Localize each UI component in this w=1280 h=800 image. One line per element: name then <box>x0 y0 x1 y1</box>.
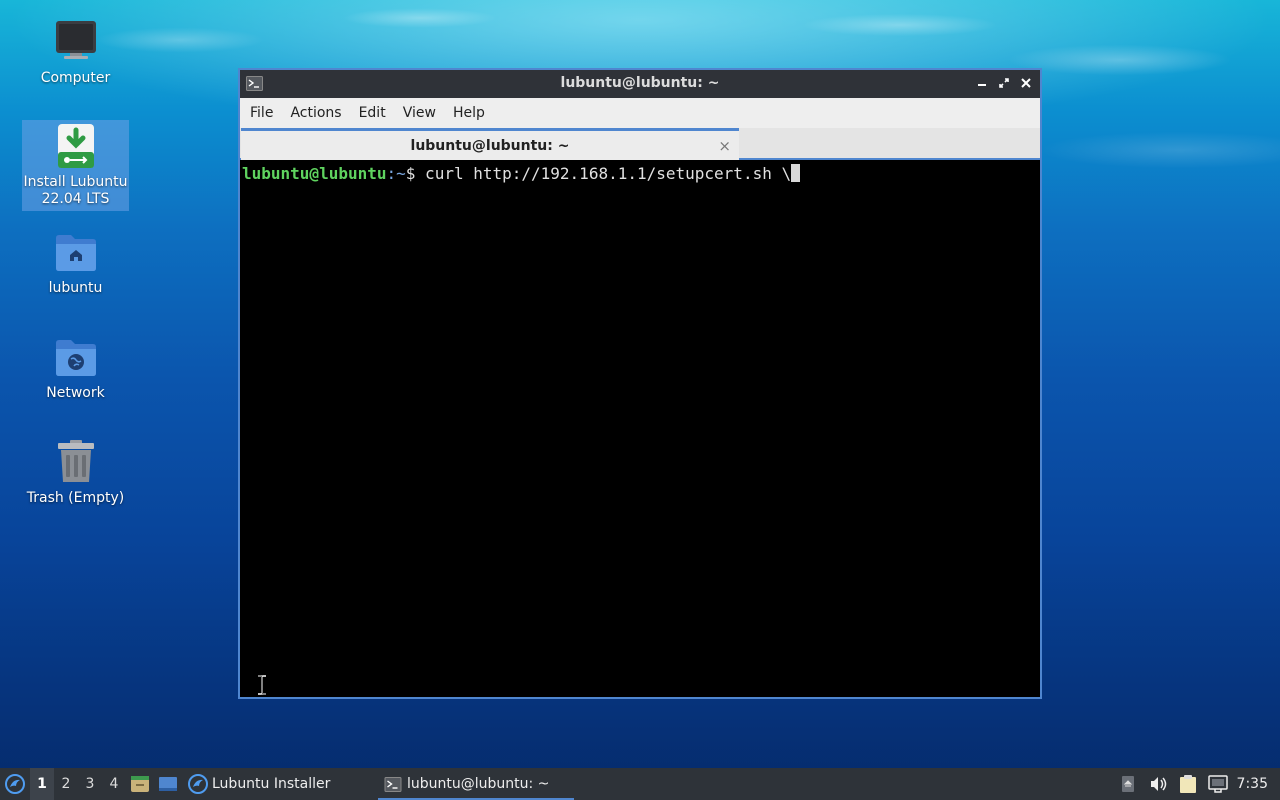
task-label: lubuntu@lubuntu: ~ <box>407 776 550 792</box>
window-titlebar[interactable]: lubuntu@lubuntu: ~ <box>240 70 1040 98</box>
menu-bar: File Actions Edit View Help <box>240 98 1040 128</box>
desktop-icon-network[interactable]: Network <box>22 331 129 405</box>
system-tray: 7:35 <box>1113 768 1280 800</box>
tab-label: lubuntu@lubuntu: ~ <box>410 137 570 154</box>
terminal-output[interactable]: lubuntu@lubuntu:~$ curl http://192.168.1… <box>240 160 1040 697</box>
computer-icon <box>55 21 96 59</box>
desktop-icon <box>159 777 177 791</box>
desktop-icon-computer[interactable]: Computer <box>22 16 129 90</box>
desktop-icon-label: Trash (Empty) <box>26 490 125 506</box>
menu-view[interactable]: View <box>395 105 444 121</box>
window-title: lubuntu@lubuntu: ~ <box>560 75 720 91</box>
lubuntu-logo-icon <box>5 774 25 794</box>
desktop-icon-lubuntu-home[interactable]: lubuntu <box>22 226 129 300</box>
tab-bar: lubuntu@lubuntu: ~ × <box>240 128 1040 160</box>
trash-icon <box>57 440 94 482</box>
desktop-icon-label: lubuntu <box>48 280 103 296</box>
clock[interactable]: 7:35 <box>1233 776 1280 792</box>
home-folder-icon <box>55 235 96 271</box>
desktop-icon-label: Computer <box>40 70 111 86</box>
lubuntu-logo-icon <box>188 774 208 794</box>
menu-file[interactable]: File <box>242 105 281 121</box>
prompt-symbol: $ <box>405 164 416 183</box>
removable-media-icon[interactable] <box>1113 768 1143 800</box>
file-manager-icon <box>131 776 149 792</box>
prompt-separator: : <box>386 164 397 183</box>
volume-icon[interactable] <box>1143 768 1173 800</box>
maximize-icon[interactable] <box>996 74 1012 92</box>
terminal-line: lubuntu@lubuntu:~$ curl http://192.168.1… <box>242 164 1038 183</box>
taskbar: 1 2 3 4 Lubuntu Installer lubuntu@lubunt… <box>0 768 1280 800</box>
installer-icon <box>57 124 94 168</box>
tab-terminal[interactable]: lubuntu@lubuntu: ~ × <box>241 128 739 160</box>
task-terminal[interactable]: lubuntu@lubuntu: ~ <box>378 768 574 800</box>
prompt-user: lubuntu@lubuntu <box>242 164 387 183</box>
menu-edit[interactable]: Edit <box>351 105 394 121</box>
show-desktop-button[interactable] <box>154 768 182 800</box>
minimize-icon[interactable] <box>974 74 990 92</box>
menu-actions[interactable]: Actions <box>282 105 349 121</box>
start-menu-button[interactable] <box>0 768 30 800</box>
mouse-ibeam-icon <box>258 675 266 695</box>
file-manager-launcher[interactable] <box>126 768 154 800</box>
desktop-icon-label: Network <box>46 385 105 401</box>
workspace-1[interactable]: 1 <box>30 768 54 800</box>
terminal-icon <box>384 776 402 792</box>
menu-help[interactable]: Help <box>445 105 493 121</box>
desktop-icon-install-lubuntu[interactable]: Install Lubuntu 22.04 LTS <box>22 120 129 211</box>
workspace-2[interactable]: 2 <box>54 768 78 800</box>
close-icon[interactable] <box>1018 74 1034 92</box>
workspace-4[interactable]: 4 <box>102 768 126 800</box>
terminal-cursor <box>791 164 801 182</box>
network-folder-icon <box>55 340 96 376</box>
prompt-path: ~ <box>396 164 406 183</box>
desktop-icon-trash[interactable]: Trash (Empty) <box>22 436 129 510</box>
terminal-command: curl http://192.168.1.1/setupcert.sh \ <box>415 164 792 183</box>
desktop-icon-label: Install Lubuntu 22.04 LTS <box>23 174 128 207</box>
clipboard-icon[interactable] <box>1173 768 1203 800</box>
task-lubuntu-installer[interactable]: Lubuntu Installer <box>182 768 378 800</box>
tab-close-icon[interactable]: × <box>718 137 731 155</box>
task-label: Lubuntu Installer <box>212 776 331 792</box>
network-icon[interactable] <box>1203 768 1233 800</box>
terminal-window[interactable]: lubuntu@lubuntu: ~ File Actions Edit Vie… <box>238 68 1042 699</box>
workspace-3[interactable]: 3 <box>78 768 102 800</box>
